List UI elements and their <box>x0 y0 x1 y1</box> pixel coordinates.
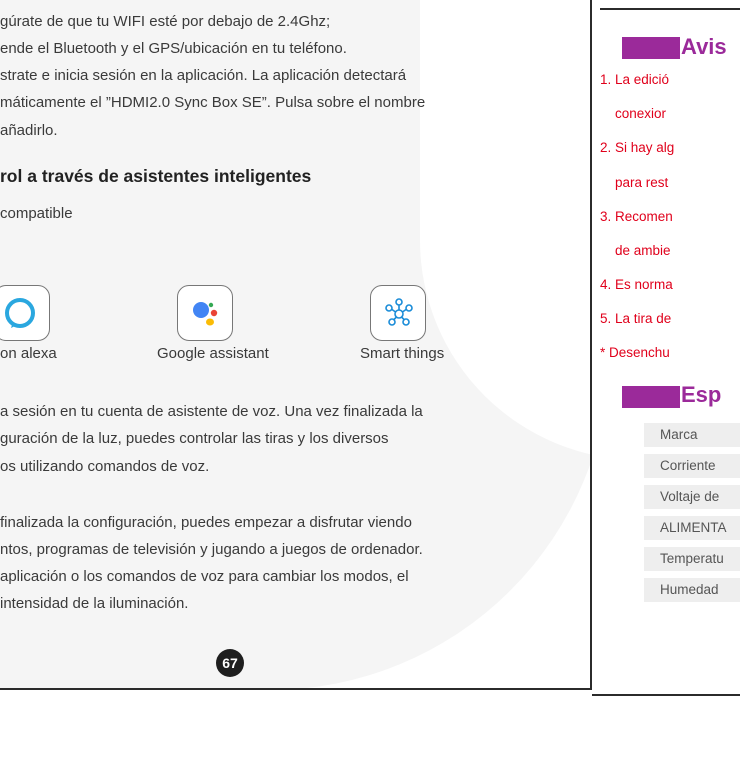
paragraph-line: aplicación o los comandos de voz para ca… <box>0 568 409 585</box>
notice-line: 3. Recomen <box>600 209 673 224</box>
notice-line: 2. Si hay alg <box>600 140 675 155</box>
left-page: gúrate de que tu WIFI esté por debajo de… <box>0 0 590 690</box>
right-page: Avis 1. La edició conexior 2. Si hay alg… <box>592 10 740 694</box>
paragraph-line: guración de la luz, puedes controlar las… <box>0 430 389 447</box>
paragraph-line: intensidad de la iluminación. <box>0 595 189 612</box>
paragraph-line: os utilizando comandos de voz. <box>0 458 210 475</box>
intro-line: máticamente el ”HDMI2.0 Sync Box SE”. Pu… <box>0 94 426 111</box>
bottom-rule <box>592 694 740 696</box>
paragraph-line: a sesión en tu cuenta de asistente de vo… <box>0 403 423 420</box>
spec-row: Humedad <box>644 578 740 602</box>
paragraph-line: ntos, programas de televisión y jugando … <box>0 541 423 558</box>
notice-line: 5. La tira de <box>600 311 672 326</box>
assistant-label: on alexa <box>0 345 57 362</box>
intro-line: gúrate de que tu WIFI esté por debajo de… <box>0 13 331 30</box>
spec-row: Temperatu <box>644 547 740 571</box>
compatible-label: compatible <box>0 205 73 222</box>
intro-line: ende el Bluetooth y el GPS/ubicación en … <box>0 40 347 57</box>
section-title: rol a través de asistentes inteligentes <box>0 166 312 186</box>
spec-title: Esp <box>681 382 722 407</box>
spec-row: Voltaje de <box>644 485 740 509</box>
alexa-icon <box>0 285 50 341</box>
intro-line: añadirlo. <box>0 122 58 139</box>
notice-line: de ambie <box>615 243 671 258</box>
assistant-label: Smart things <box>360 345 445 362</box>
notice-line: 4. Es norma <box>600 277 673 292</box>
google-assistant-icon <box>177 285 233 341</box>
notice-header-bar <box>622 37 680 59</box>
smartthings-icon <box>370 285 426 341</box>
spec-row: Marca <box>644 423 740 447</box>
spec-header-bar <box>622 386 680 408</box>
notice-line: * Desenchu <box>600 345 670 360</box>
spec-row: Corriente <box>644 454 740 478</box>
assistant-label: Google assistant <box>157 345 269 362</box>
bottom-rule <box>0 688 590 690</box>
notice-title: Avis <box>681 34 727 59</box>
notice-line: conexior <box>615 106 667 121</box>
notice-line: para rest <box>615 175 669 190</box>
spec-row: ALIMENTA <box>644 516 740 540</box>
page-number: 67 <box>216 649 244 677</box>
paragraph-line: finalizada la configuración, puedes empe… <box>0 514 412 531</box>
notice-line: 1. La edició <box>600 72 670 87</box>
intro-line: strate e inicia sesión en la aplicación.… <box>0 67 407 84</box>
